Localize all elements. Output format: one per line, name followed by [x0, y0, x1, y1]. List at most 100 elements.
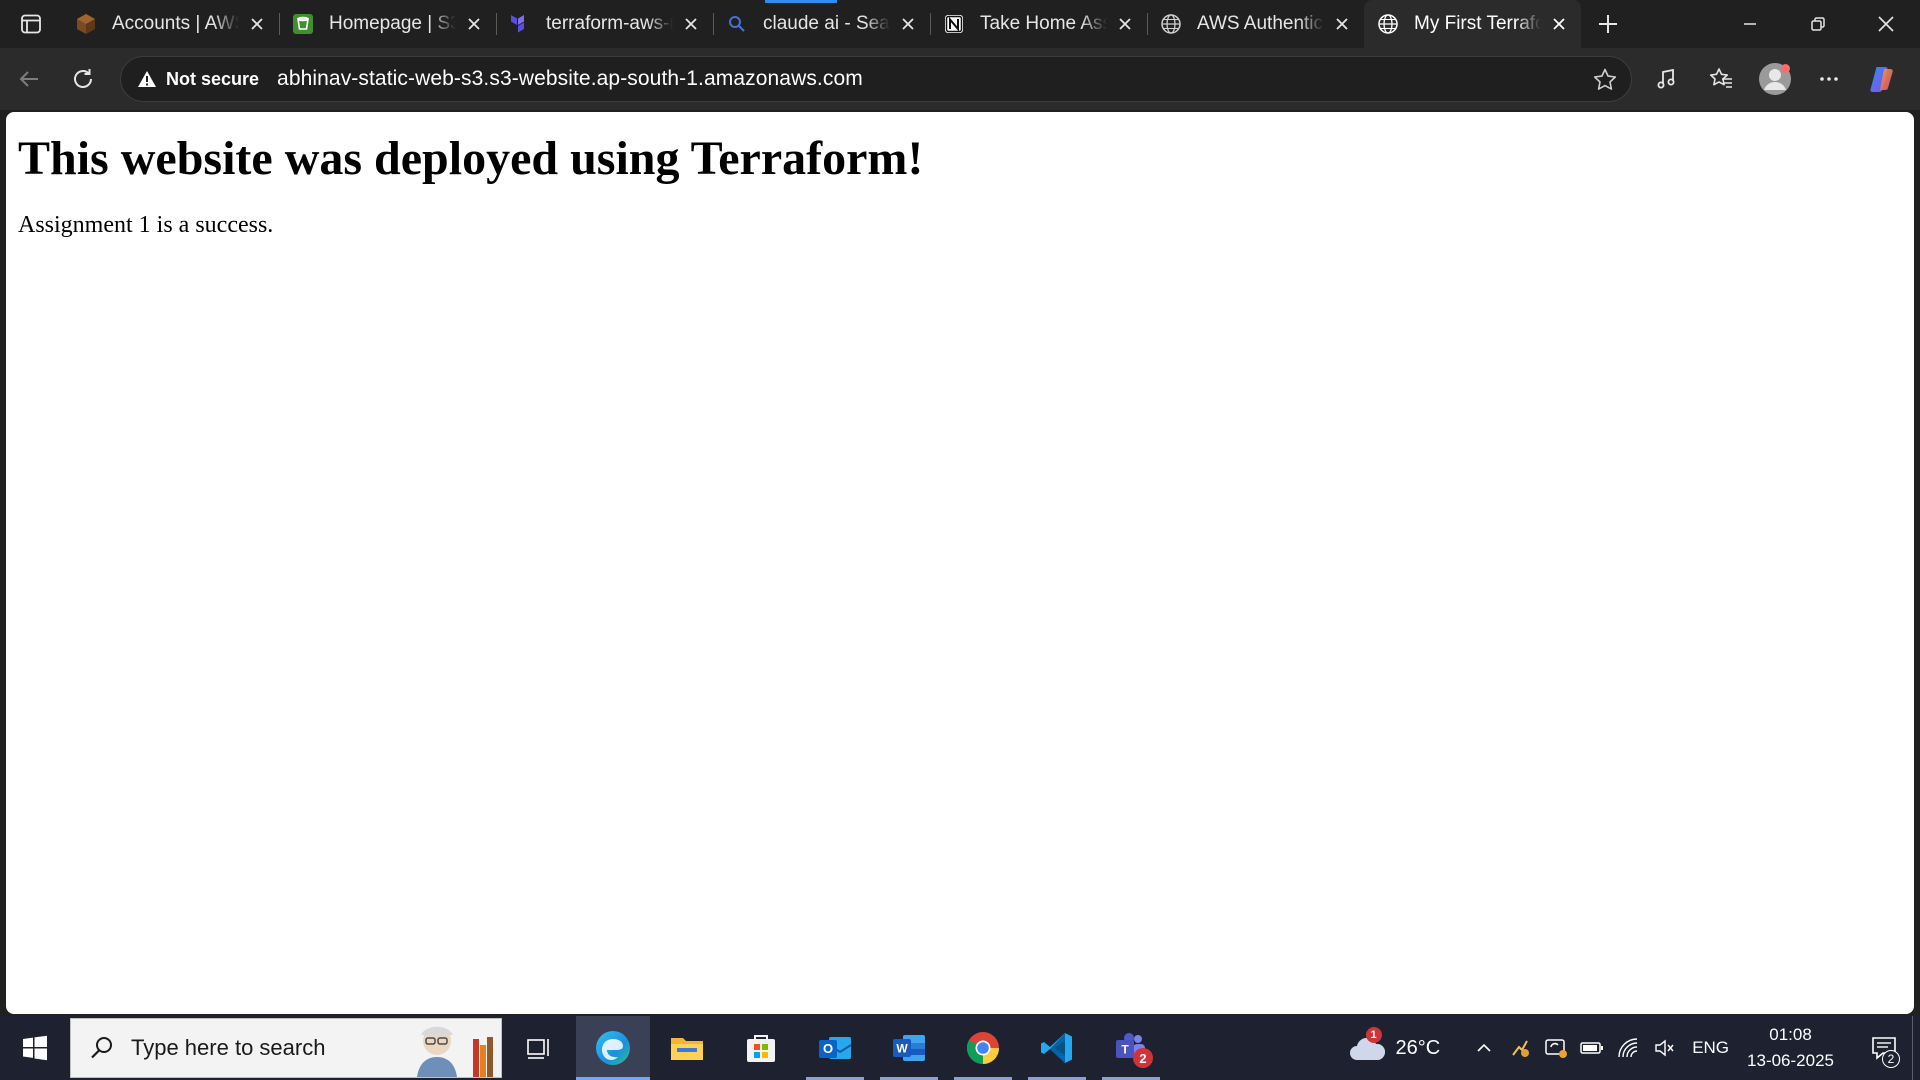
window-controls [1716, 0, 1920, 48]
taskbar-clock[interactable]: 01:08 13-06-2025 [1747, 1022, 1834, 1074]
plus-icon [1599, 15, 1617, 33]
favorite-star-icon[interactable] [1591, 66, 1619, 94]
browser-toolbar: Not secure abhinav-static-web-s3.s3-webs… [0, 48, 1920, 110]
minimize-button[interactable] [1716, 0, 1784, 48]
taskbar-word[interactable]: W [872, 1016, 946, 1080]
close-icon[interactable] [1330, 12, 1354, 36]
taskbar-outlook[interactable]: O [798, 1016, 872, 1080]
music-note-icon [1657, 68, 1675, 89]
profile-button[interactable] [1748, 54, 1802, 104]
start-button[interactable] [0, 1016, 70, 1080]
close-icon[interactable] [245, 12, 269, 36]
restore-button[interactable] [1784, 0, 1852, 48]
taskbar-chrome[interactable] [946, 1016, 1020, 1080]
tab-take-home[interactable]: Take Home Assi [930, 0, 1147, 48]
edge-icon [596, 1031, 630, 1065]
tab-claude-search[interactable]: claude ai - Sear [713, 0, 930, 48]
tab-title: terraform-aws-r [546, 13, 673, 34]
tab-title: AWS Authentica [1197, 13, 1324, 34]
taskbar-vscode[interactable] [1020, 1016, 1094, 1080]
taskbar-teams[interactable]: T 2 [1094, 1016, 1168, 1080]
s3-bucket-icon [291, 12, 315, 36]
arrow-left-icon [19, 71, 38, 87]
taskbar-file-explorer[interactable] [650, 1016, 724, 1080]
tab-accounts-aws[interactable]: Accounts | AWS [62, 0, 279, 48]
battery-button[interactable] [1574, 1016, 1610, 1080]
volume-button[interactable] [1646, 1016, 1682, 1080]
task-view-icon [527, 1039, 549, 1059]
network-button[interactable] [1610, 1016, 1646, 1080]
tab-title: Homepage | S3 [329, 13, 456, 34]
windows-logo-icon [23, 1035, 47, 1061]
tray-app-icon [1512, 1040, 1530, 1057]
taskbar-edge[interactable] [576, 1016, 650, 1080]
taskbar-microsoft-store[interactable] [724, 1016, 798, 1080]
close-icon[interactable] [1113, 12, 1137, 36]
restore-icon [1811, 17, 1825, 31]
word-icon: W [893, 1035, 925, 1061]
terraform-icon [508, 12, 532, 36]
url-text[interactable]: abhinav-static-web-s3.s3-website.ap-sout… [277, 67, 863, 91]
vscode-icon [1041, 1033, 1072, 1063]
page-heading: This website was deployed using Terrafor… [18, 132, 924, 185]
notion-icon [942, 12, 966, 36]
weather-widget[interactable]: 1 26°C [1348, 1027, 1441, 1063]
tray-device-icon[interactable] [1538, 1016, 1574, 1080]
web-content-viewport: This website was deployed using Terrafor… [6, 112, 1914, 1014]
settings-more-button[interactable] [1802, 54, 1856, 104]
close-icon[interactable] [1547, 12, 1571, 36]
chrome-icon [966, 1032, 1000, 1064]
teams-notification-badge: 2 [1133, 1048, 1153, 1068]
notification-count: 2 [1882, 1050, 1900, 1068]
back-button[interactable] [2, 55, 56, 103]
taskbar-search[interactable]: Type here to search [70, 1018, 502, 1078]
more-icon [1820, 77, 1838, 81]
refresh-button[interactable] [56, 55, 110, 103]
clock-time: 01:08 [1769, 1025, 1812, 1044]
favorites-list-icon [1709, 68, 1732, 88]
tab-aws-authentication[interactable]: AWS Authentica [1147, 0, 1364, 48]
read-aloud-button[interactable] [1640, 54, 1694, 104]
outlook-icon: O [819, 1037, 852, 1059]
device-status-icon [1545, 1039, 1568, 1058]
aws-cube-icon [74, 12, 98, 36]
volume-muted-icon [1655, 1039, 1674, 1057]
tab-actions-button[interactable] [0, 0, 62, 48]
close-icon [1878, 16, 1894, 32]
weather-temperature: 26°C [1395, 1036, 1441, 1059]
page-paragraph: Assignment 1 is a success. [18, 211, 274, 238]
taskbar: Type here to search O W T 2 1 26°C ENG 0… [0, 1016, 1920, 1080]
close-icon[interactable] [462, 12, 486, 36]
search-icon [725, 12, 749, 36]
address-bar[interactable]: Not secure abhinav-static-web-s3.s3-webs… [120, 56, 1632, 102]
profile-notification-dot [1781, 64, 1790, 73]
new-tab-button[interactable] [1581, 0, 1635, 48]
globe-icon [1159, 12, 1183, 36]
tab-terraform-aws[interactable]: terraform-aws-r [496, 0, 713, 48]
close-icon[interactable] [679, 12, 703, 36]
close-icon[interactable] [896, 12, 920, 36]
search-placeholder: Type here to search [131, 1035, 326, 1060]
search-highlight-illustration [417, 1026, 493, 1077]
close-window-button[interactable] [1852, 0, 1920, 48]
input-language-indicator[interactable]: ENG [1692, 1038, 1729, 1058]
favorites-button[interactable] [1694, 54, 1748, 104]
svg-text:T: T [1121, 1043, 1129, 1057]
show-hidden-icons-button[interactable] [1466, 1016, 1502, 1080]
tab-strip: Accounts | AWS Homepage | S3 terraform-a… [62, 0, 1581, 48]
vertical-tabs-icon [21, 14, 41, 34]
tab-title: Accounts | AWS [112, 13, 239, 34]
tab-my-first-terraform[interactable]: My First Terrafor [1364, 0, 1581, 48]
task-view-button[interactable] [502, 1016, 576, 1080]
show-desktop-button[interactable] [1912, 1016, 1920, 1080]
minimize-icon [1744, 23, 1756, 25]
system-tray: 1 26°C ENG 01:08 13-06-2025 2 [1348, 1016, 1920, 1080]
copilot-button[interactable] [1856, 54, 1910, 104]
tray-app-icon[interactable] [1502, 1016, 1538, 1080]
notification-center-button[interactable]: 2 [1856, 1016, 1912, 1080]
site-info-button[interactable]: Not secure [123, 61, 271, 97]
weather-alert-badge: 1 [1365, 1027, 1382, 1043]
tab-homepage-s3[interactable]: Homepage | S3 [279, 0, 496, 48]
search-icon [89, 1035, 119, 1061]
globe-icon [1376, 12, 1400, 36]
